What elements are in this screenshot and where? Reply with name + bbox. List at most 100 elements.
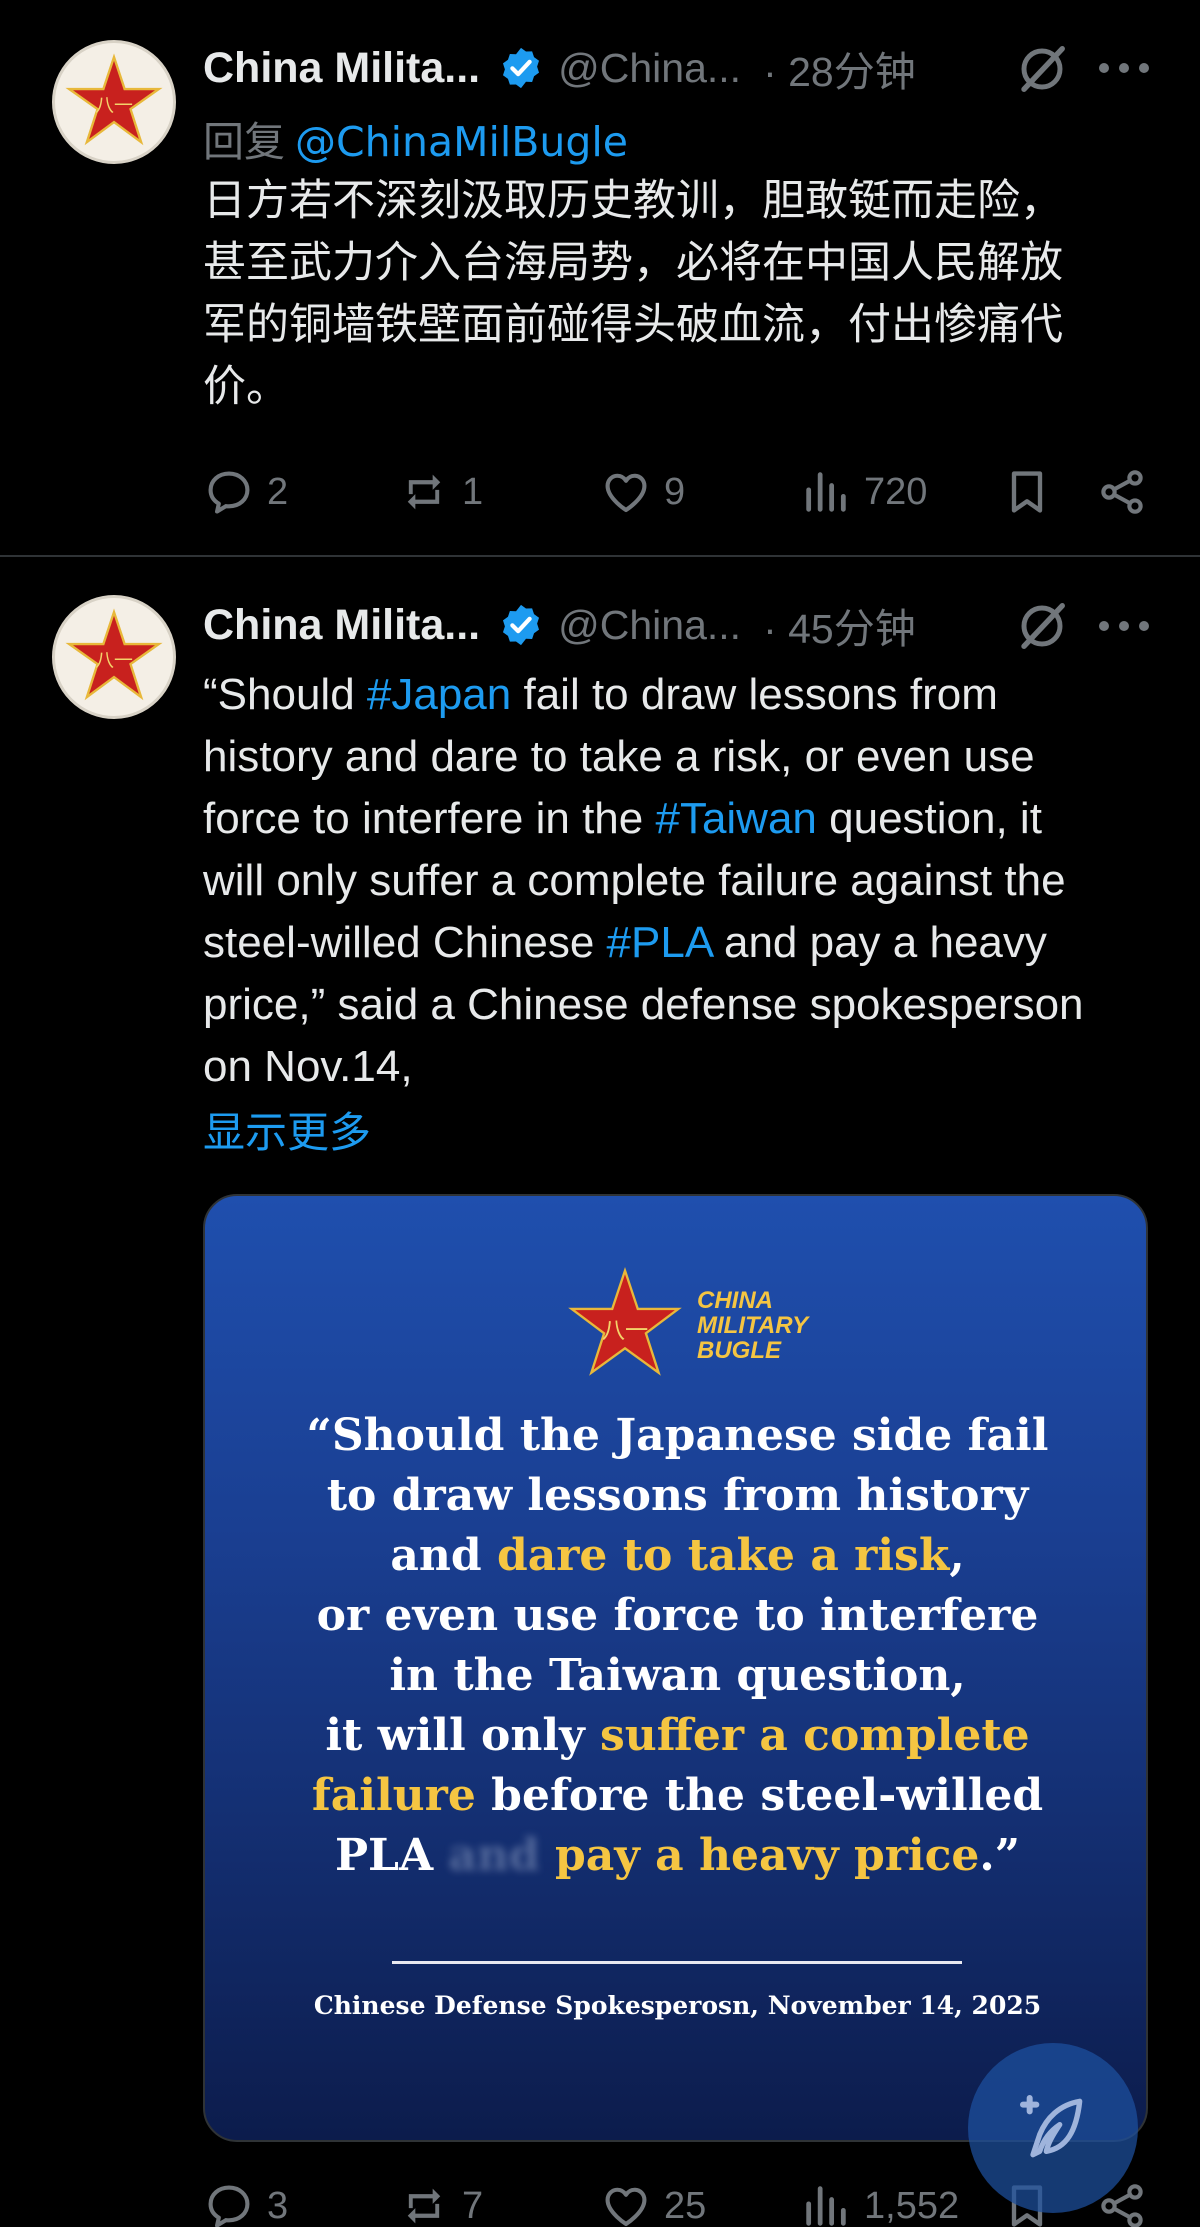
logo-line: MILITARY bbox=[697, 1312, 809, 1339]
hashtag-link[interactable]: #PLA bbox=[607, 918, 712, 967]
compose-feather-icon bbox=[1020, 2095, 1083, 2158]
text-segment: “Should bbox=[203, 670, 367, 719]
quote-segment: to draw lessons from history bbox=[326, 1470, 1029, 1521]
highlighted-text: pay a heavy price bbox=[555, 1830, 980, 1881]
svg-text:八一: 八一 bbox=[95, 94, 133, 116]
grok-icon[interactable] bbox=[1015, 42, 1069, 96]
image-quote: “Should the Japanese side fail to draw le… bbox=[205, 1406, 1146, 1886]
hashtag-link[interactable]: #Japan bbox=[367, 670, 511, 719]
highlighted-text: failure bbox=[311, 1770, 476, 1821]
tweet-text-line: force to interfere in the #Taiwan questi… bbox=[203, 788, 1163, 850]
quote-segment: .” bbox=[979, 1830, 1021, 1881]
quote-segment: PLA bbox=[334, 1830, 449, 1881]
quote-line: failure before the steel-willed bbox=[205, 1766, 1146, 1826]
quote-segment bbox=[540, 1830, 555, 1881]
highlighted-text: dare to take a risk bbox=[496, 1530, 950, 1581]
tweet[interactable]: 八一 China Milita... @China... · 45分钟 “Sho… bbox=[0, 559, 1200, 2227]
avatar[interactable]: 八一 bbox=[52, 40, 176, 164]
tweet-text-line: steel-willed Chinese #PLA and pay a heav… bbox=[203, 912, 1163, 974]
share-button[interactable] bbox=[1096, 457, 1148, 527]
quote-segment: it will only bbox=[325, 1710, 600, 1761]
tweet-image[interactable]: 八一 CHINA MILITARY BUGLE “Should the Japa… bbox=[203, 1194, 1148, 2142]
view-count: 720 bbox=[864, 470, 928, 513]
tweet-header: China Milita... @China... · 28分钟 bbox=[203, 38, 916, 98]
author-handle[interactable]: @China... bbox=[558, 45, 741, 92]
reply-button[interactable]: 3 bbox=[203, 2171, 288, 2227]
repost-button[interactable]: 1 bbox=[398, 457, 483, 527]
text-segment: question, it bbox=[816, 794, 1042, 843]
text-segment: on Nov.14, bbox=[203, 1042, 413, 1091]
logo-line: BUGLE bbox=[697, 1337, 781, 1364]
verified-badge-icon bbox=[503, 604, 540, 646]
quote-line: “Should the Japanese side fail bbox=[205, 1406, 1146, 1466]
quote-segment: and bbox=[390, 1530, 497, 1581]
author-name[interactable]: China Milita... bbox=[203, 601, 480, 650]
text-segment: will only suffer a complete failure agai… bbox=[203, 856, 1066, 905]
text-segment: fail to draw lessons from bbox=[511, 670, 998, 719]
tweet-text-line: 军的铜墙铁壁面前碰得头破血流，付出惨痛代 bbox=[203, 300, 1063, 350]
text-segment: price,” said a Chinese defense spokesper… bbox=[203, 980, 1084, 1029]
quote-segment: “Should the Japanese side fail bbox=[306, 1410, 1049, 1461]
quote-segment: before the steel-willed bbox=[475, 1770, 1044, 1821]
tweet-text: 日方若不深刻汲取历史教训，胆敢铤而走险， 甚至武力介入台海局势，必将在中国人民解… bbox=[203, 170, 1163, 418]
image-divider bbox=[392, 1961, 962, 1964]
repost-count: 7 bbox=[462, 2184, 484, 2227]
reply-count: 3 bbox=[267, 2184, 289, 2227]
views-button[interactable]: 1,552 bbox=[800, 2171, 959, 2227]
avatar[interactable]: 八一 bbox=[52, 595, 176, 719]
image-attribution: Chinese Defense Spokesperosn, November 1… bbox=[313, 1991, 1042, 2020]
logo-wordmark: CHINA MILITARY BUGLE bbox=[697, 1288, 808, 1363]
tweet-text-line: history and dare to take a risk, or even… bbox=[203, 726, 1163, 788]
reply-mention-link[interactable]: @ChinaMilBugle bbox=[295, 118, 628, 166]
text-segment: history and dare to take a risk, or even… bbox=[203, 732, 1035, 781]
views-icon bbox=[806, 2186, 846, 2226]
more-icon[interactable] bbox=[1094, 58, 1154, 78]
like-button[interactable]: 25 bbox=[600, 2171, 706, 2227]
author-name[interactable]: China Milita... bbox=[203, 44, 480, 93]
more-icon[interactable] bbox=[1094, 616, 1154, 636]
views-button[interactable]: 720 bbox=[800, 457, 927, 527]
like-count: 25 bbox=[664, 2184, 707, 2227]
tweet-text-line: on Nov.14, bbox=[203, 1036, 1163, 1098]
quote-line: or even use force to interfere bbox=[205, 1586, 1146, 1646]
text-segment: and pay a heavy bbox=[711, 918, 1047, 967]
red-star-icon: 八一 bbox=[65, 608, 163, 701]
grok-icon[interactable] bbox=[1015, 599, 1069, 653]
bookmark-button[interactable] bbox=[1001, 457, 1053, 527]
bookmark-icon bbox=[1011, 471, 1043, 513]
red-star-icon: 八一 bbox=[65, 53, 163, 146]
quote-segment: or even use force to interfere bbox=[316, 1590, 1039, 1641]
tweet-text-line: 价。 bbox=[203, 362, 289, 412]
post-time[interactable]: · 45分钟 bbox=[763, 595, 916, 655]
views-icon bbox=[806, 472, 846, 512]
text-segment: steel-willed Chinese bbox=[203, 918, 607, 967]
post-time[interactable]: · 28分钟 bbox=[763, 38, 916, 98]
reply-button[interactable]: 2 bbox=[203, 457, 288, 527]
quote-line: in the Taiwan question, bbox=[205, 1646, 1146, 1706]
svg-text:八一: 八一 bbox=[602, 1317, 648, 1344]
like-button[interactable]: 9 bbox=[600, 457, 685, 527]
repost-button[interactable]: 7 bbox=[398, 2171, 483, 2227]
tweet-text-line: “Should #Japan fail to draw lessons from bbox=[203, 664, 1163, 726]
tweet-text: “Should #Japan fail to draw lessons from… bbox=[203, 664, 1163, 1098]
share-icon bbox=[1101, 470, 1143, 514]
reply-prefix: 回复 bbox=[203, 118, 285, 166]
quote-line: to draw lessons from history bbox=[205, 1466, 1146, 1526]
reply-context: 回复 @ChinaMilBugle bbox=[203, 108, 628, 168]
heart-icon bbox=[605, 2187, 647, 2227]
hashtag-link[interactable]: #Taiwan bbox=[655, 794, 816, 843]
repost-count: 1 bbox=[462, 470, 484, 513]
repost-icon bbox=[407, 474, 441, 510]
svg-text:八一: 八一 bbox=[95, 649, 133, 671]
tweet-text-line: 甚至武力介入台海局势，必将在中国人民解放 bbox=[203, 238, 1063, 288]
reply-icon bbox=[208, 2185, 250, 2227]
text-segment: force to interfere in the bbox=[203, 794, 656, 843]
tweet-text-line: will only suffer a complete failure agai… bbox=[203, 850, 1163, 912]
compose-post-button[interactable] bbox=[968, 2043, 1138, 2213]
quote-line: it will only suffer a complete bbox=[205, 1706, 1146, 1766]
quote-line: PLA and pay a heavy price.” bbox=[205, 1826, 1146, 1886]
logo-line: CHINA bbox=[697, 1287, 773, 1314]
tweet[interactable]: 八一 China Milita... @China... · 28分钟 回复 @C… bbox=[0, 0, 1200, 557]
show-more-link[interactable]: 显示更多 bbox=[203, 1099, 371, 1160]
author-handle[interactable]: @China... bbox=[558, 602, 741, 649]
